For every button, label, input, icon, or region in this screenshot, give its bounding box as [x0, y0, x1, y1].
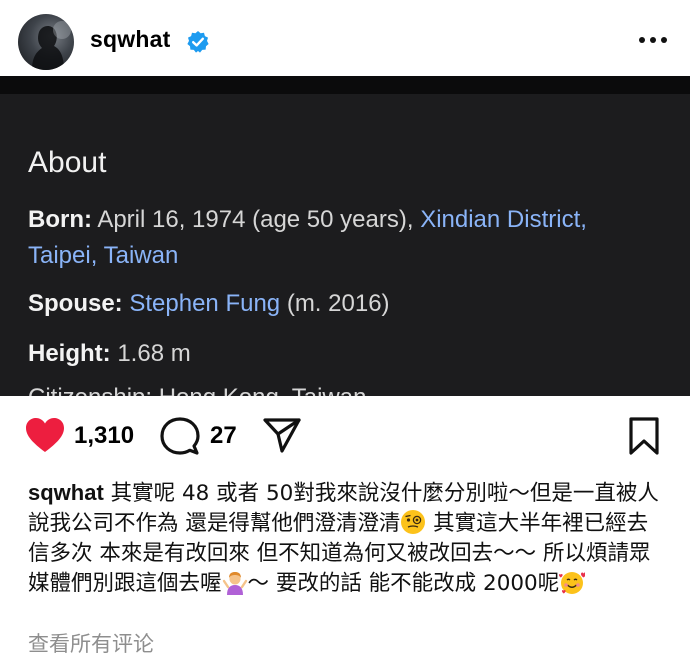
caption-text-3: ～ 要改的話 能不能改成 2000呢: [247, 571, 560, 596]
username[interactable]: sqwhat: [90, 26, 170, 53]
person-shrugging-icon: [222, 572, 247, 595]
birthplace-link: Xindian District,: [420, 206, 587, 233]
born-label: Born:: [28, 206, 92, 233]
bookmark-icon[interactable]: [628, 416, 660, 456]
share-icon[interactable]: [262, 416, 302, 454]
caption-username[interactable]: sqwhat: [28, 480, 104, 505]
likes-count[interactable]: 1,310: [74, 422, 134, 450]
about-panel: About Born: April 16, 1974 (age 50 years…: [0, 94, 690, 396]
height-label: Height:: [28, 340, 111, 367]
post-caption: sqwhat 其實呢 48 或者 50對我來說沒什麼分別啦～但是一直被人說我公司…: [28, 478, 668, 599]
action-bar: 1,310 27: [0, 396, 690, 474]
post-header: sqwhat: [0, 0, 690, 76]
born-line-2: Taipei, Taiwan: [28, 242, 178, 270]
birthplace-link-2: Taipei, Taiwan: [28, 242, 179, 269]
instagram-post: sqwhat About Born: April 16, 1974 (age 5…: [0, 0, 690, 663]
height-value: 1.68 m: [110, 340, 191, 367]
spouse-label: Spouse:: [28, 290, 123, 317]
post-image[interactable]: About Born: April 16, 1974 (age 50 years…: [0, 76, 690, 396]
view-all-comments-link[interactable]: 查看所有评论: [28, 628, 154, 658]
heart-icon[interactable]: [24, 416, 66, 454]
comments-count[interactable]: 27: [210, 422, 237, 450]
more-options-icon[interactable]: [636, 30, 670, 50]
citizenship-line-cut: Citizenship: Hong Kong, Taiwan: [28, 384, 366, 396]
comment-icon[interactable]: [160, 416, 200, 456]
face-with-monocle-icon: [401, 510, 426, 534]
height-line: Height: 1.68 m: [28, 340, 191, 368]
born-value: April 16, 1974 (age 50 years),: [91, 206, 421, 233]
smiling-face-with-hearts-icon: [559, 572, 586, 594]
about-title: About: [28, 146, 107, 179]
spouse-value: (m. 2016): [280, 290, 390, 317]
avatar[interactable]: [18, 14, 74, 70]
verified-badge-icon: [187, 31, 209, 53]
born-line: Born: April 16, 1974 (age 50 years), Xin…: [28, 206, 587, 234]
spouse-link: Stephen Fung: [129, 290, 281, 317]
spouse-line: Spouse: Stephen Fung (m. 2016): [28, 290, 390, 318]
